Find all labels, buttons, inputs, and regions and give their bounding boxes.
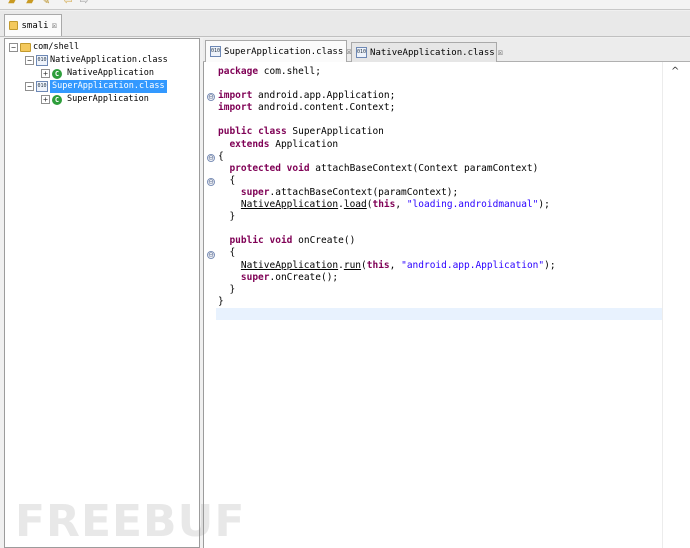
current-line-highlight — [216, 308, 664, 320]
tree-row-nativeapplication[interactable]: + C NativeApplication — [41, 67, 154, 80]
fold-marker-icon[interactable]: ⊖ — [207, 154, 215, 162]
vertical-scrollbar[interactable]: ^ — [662, 62, 690, 548]
watermark-logo: FREEBUF — [15, 496, 246, 547]
class-file-icon: 010 — [356, 47, 368, 58]
tab-smali[interactable]: smali ☒ — [4, 14, 62, 36]
tab-superapplication-class[interactable]: 010 SuperApplication.class ☒ — [205, 40, 352, 62]
collapse-toggle[interactable]: − — [25, 82, 34, 91]
left-tab-bar: smali ☒ — [0, 11, 690, 37]
class-c-icon: C — [52, 94, 62, 105]
scroll-up-icon[interactable]: ^ — [671, 66, 679, 77]
class-file-icon: 010 — [210, 46, 222, 57]
package-folder-icon — [20, 43, 31, 52]
tree-item-label-selected: SuperApplication.class — [50, 80, 167, 93]
editor-tab-bar: 010 SuperApplication.class ☒ 010 NativeA… — [203, 38, 690, 62]
open-file-icon[interactable]: ▰ — [24, 0, 36, 8]
tree-item-label: NativeApplication.class — [50, 55, 168, 65]
fold-marker-icon[interactable]: ⊖ — [207, 251, 215, 259]
tab-label: SuperApplication.class — [224, 46, 344, 57]
tree-row-nativeapplication-class[interactable]: − 010 NativeApplication.class — [25, 54, 168, 67]
tab-nativeapplication-class[interactable]: 010 NativeApplication.class ☒ — [351, 42, 503, 62]
collapse-toggle[interactable]: − — [25, 56, 34, 65]
tree-item-label: com/shell — [33, 42, 80, 52]
code-editor[interactable]: ⊖ ⊖ ⊖ ⊖ package com.shell; import androi… — [203, 62, 690, 548]
back-icon[interactable]: ⇦ — [62, 0, 74, 8]
close-icon[interactable]: ☒ — [52, 21, 57, 31]
tree-row-superapplication-class[interactable]: − 010 SuperApplication.class — [25, 80, 167, 93]
tree-item-label: NativeApplication — [67, 68, 154, 78]
tree-row-root[interactable]: − com/shell — [9, 41, 79, 54]
folder-icon — [9, 21, 19, 30]
expand-toggle[interactable]: + — [41, 69, 50, 78]
close-icon[interactable]: ☒ — [498, 48, 503, 58]
collapse-toggle[interactable]: − — [9, 43, 18, 52]
class-tree-panel: − com/shell − 010 NativeApplication.clas… — [4, 38, 200, 548]
editor-gutter: ⊖ ⊖ ⊖ ⊖ — [204, 62, 216, 548]
class-c-icon: C — [52, 68, 62, 79]
class-file-icon: 010 — [36, 55, 48, 66]
tab-label: NativeApplication.class — [370, 47, 495, 58]
tab-smali-label: smali — [21, 20, 49, 31]
main-toolbar: ▰ ▰ ✎ ⇦ ⇨ — [0, 0, 690, 10]
wand-icon[interactable]: ✎ — [40, 0, 52, 8]
fold-marker-icon[interactable]: ⊖ — [207, 178, 215, 186]
forward-icon[interactable]: ⇨ — [78, 0, 90, 8]
tree-row-superapplication[interactable]: + C SuperApplication — [41, 93, 149, 106]
class-file-icon: 010 — [36, 81, 48, 92]
fold-marker-icon[interactable]: ⊖ — [207, 93, 215, 101]
tree-item-label: SuperApplication — [67, 94, 149, 104]
expand-toggle[interactable]: + — [41, 95, 50, 104]
open-folder-icon[interactable]: ▰ — [6, 0, 18, 8]
code-text[interactable]: package com.shell; import android.app.Ap… — [218, 66, 556, 308]
